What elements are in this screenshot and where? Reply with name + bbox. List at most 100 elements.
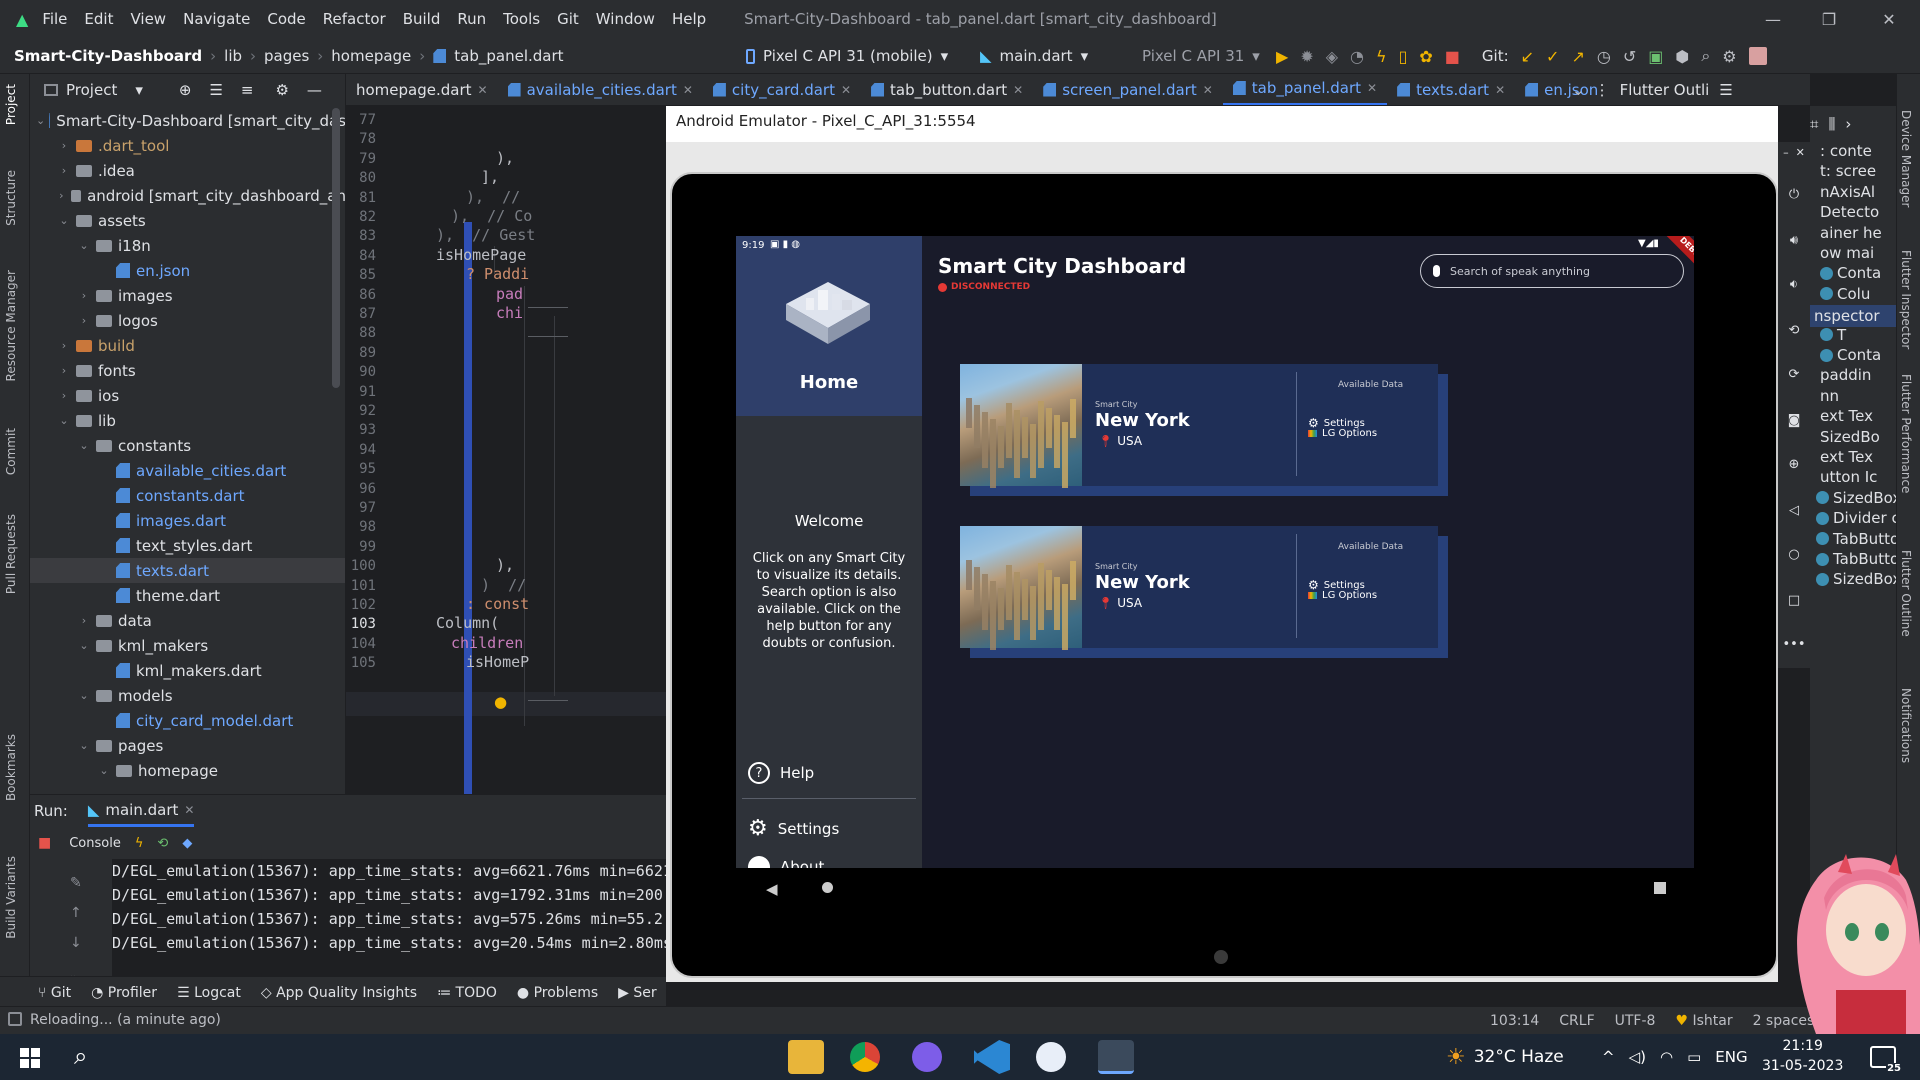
tree-item[interactable]: ⌄ Smart-City-Dashboard [smart_city_das <box>30 108 345 133</box>
rollback-icon[interactable]: ↺ <box>1623 47 1636 66</box>
chevron-right-icon[interactable]: › <box>56 164 72 177</box>
tree-item[interactable]: images.dart <box>30 508 345 533</box>
home-icon[interactable] <box>822 882 833 893</box>
tree-item[interactable]: city_card_model.dart <box>30 708 345 733</box>
menu-navigate[interactable]: Navigate <box>183 10 250 28</box>
chevron-down-icon[interactable]: ▾ <box>135 81 143 99</box>
tree-item[interactable]: en.json <box>30 258 345 283</box>
app-quality-tool-tab[interactable]: ◇ App Quality Insights <box>261 985 417 1001</box>
chevron-right-icon[interactable]: › <box>56 189 67 202</box>
run-config-selector[interactable]: ◣ main.dart ▾ <box>970 43 1098 69</box>
git-push-icon[interactable]: ↗ <box>1571 47 1584 66</box>
close-icon[interactable]: ✕ <box>1495 83 1505 97</box>
tree-item[interactable]: ⌄ homepage <box>30 758 345 783</box>
breadcrumb-project[interactable]: Smart-City-Dashboard <box>14 47 202 65</box>
widget-tree-item[interactable]: ext Tex <box>1820 448 1873 466</box>
console-tab[interactable]: Console <box>69 836 121 851</box>
widget-tree-item[interactable]: ow mai <box>1820 244 1874 262</box>
tab-screen-panel-dart[interactable]: screen_panel.dart ✕ <box>1033 74 1223 105</box>
device-manager-icon[interactable]: ▣ <box>1648 47 1663 66</box>
tree-item[interactable]: ⌄ models <box>30 683 345 708</box>
menu-code[interactable]: Code <box>267 10 305 28</box>
emulator-taskbar-icon[interactable] <box>1098 1040 1134 1074</box>
device-selector[interactable]: Pixel C API 31 (mobile) ▾ <box>736 43 958 69</box>
tree-item[interactable]: kml_makers.dart <box>30 658 345 683</box>
chevron-down-icon[interactable]: ⌄ <box>76 639 92 652</box>
city-card[interactable]: Smart City New York 📍︎ USA Available Data ⚙ Se… <box>960 526 1438 650</box>
drawer-help[interactable]: ? Help <box>748 762 814 784</box>
tree-item[interactable]: ⌄ constants <box>30 433 345 458</box>
chevron-right-icon[interactable]: › <box>76 314 92 327</box>
chevron-down-icon[interactable]: ⌄ <box>76 239 92 252</box>
rotate-right-icon[interactable]: ⟳ <box>1778 356 1810 392</box>
screenshot-icon[interactable]: ◙ <box>1778 402 1810 438</box>
tree-item[interactable]: text_styles.dart <box>30 533 345 558</box>
line-separator[interactable]: CRLF <box>1559 1013 1594 1029</box>
chevron-right-icon[interactable]: › <box>56 364 72 377</box>
hide-icon[interactable]: — <box>307 81 322 99</box>
flutter-outline-tool-tab[interactable]: Flutter Outline <box>1899 550 1913 637</box>
power-icon[interactable]: ⏻ <box>1778 176 1810 212</box>
close-window-button[interactable]: ✕ <box>1866 0 1912 38</box>
close-icon[interactable]: ✕ <box>683 83 693 97</box>
scroll-up-icon[interactable]: ↑ <box>70 905 82 921</box>
widget-tree-item[interactable]: : conte <box>1820 142 1872 160</box>
tree-item[interactable]: › android [smart_city_dashboard_an <box>30 183 345 208</box>
resource-manager-tool-tab[interactable]: Resource Manager <box>4 270 18 381</box>
more-tabs-icon[interactable]: ⋮ <box>1595 81 1610 99</box>
hot-reload-icon[interactable]: ϟ <box>135 836 144 851</box>
chevron-down-icon[interactable]: ⌄ <box>36 114 45 127</box>
chevron-right-icon[interactable]: › <box>56 139 72 152</box>
menu-tools[interactable]: Tools <box>503 10 540 28</box>
tree-item[interactable]: ⌄ assets <box>30 208 345 233</box>
tab-available-cities-dart[interactable]: available_cities.dart ✕ <box>498 74 703 105</box>
volume-up-icon[interactable]: 🔊︎ <box>1778 222 1810 258</box>
drawer-home[interactable]: Home <box>736 372 922 393</box>
widget-tree-item[interactable]: SizedBox 20 <box>1816 570 1896 588</box>
tree-item[interactable]: constants.dart <box>30 483 345 508</box>
pin-icon[interactable]: ✎ <box>70 875 82 891</box>
profiler-tool-tab[interactable]: ◔ Profiler <box>91 985 157 1001</box>
chevron-down-icon[interactable]: ⌄ <box>76 739 92 752</box>
home-icon[interactable]: ○ <box>1778 536 1810 572</box>
pull-requests-tool-tab[interactable]: Pull Requests <box>4 514 18 594</box>
problems-tool-tab[interactable]: ● Problems <box>517 985 598 1001</box>
tab-texts-dart[interactable]: texts.dart ✕ <box>1387 74 1515 105</box>
tree-item[interactable]: › build <box>30 333 345 358</box>
project-scrollbar[interactable] <box>332 108 340 388</box>
menu-window[interactable]: Window <box>596 10 655 28</box>
minimize-button[interactable]: — <box>1750 0 1796 38</box>
expand-all-icon[interactable]: ☰ <box>209 81 222 99</box>
tree-item[interactable]: › data <box>30 608 345 633</box>
tree-item[interactable]: › logos <box>30 308 345 333</box>
tree-item[interactable]: ⌄ i18n <box>30 233 345 258</box>
search-icon[interactable]: ⌕ <box>74 1042 87 1070</box>
tab-en-json[interactable]: en.json✕ <box>1515 74 1604 105</box>
tree-item[interactable]: › .idea <box>30 158 345 183</box>
notification-icon[interactable]: 25 <box>1870 1046 1902 1074</box>
hot-restart-icon[interactable]: ✿ <box>1419 47 1432 66</box>
discord-icon[interactable] <box>912 1042 942 1072</box>
chevron-down-icon[interactable]: ⌄ <box>96 764 112 777</box>
chevron-down-icon[interactable]: ⌄ <box>76 689 92 702</box>
services-tool-tab[interactable]: ▶ Ser <box>618 985 656 1001</box>
android-studio-icon[interactable] <box>1036 1042 1066 1072</box>
weather-widget[interactable]: ☀ 32°C Haze <box>1446 1034 1564 1080</box>
speaker-icon[interactable]: ◁) <box>1629 1048 1646 1066</box>
chevron-up-icon[interactable]: ^ <box>1602 1048 1615 1066</box>
close-icon[interactable]: ✕ <box>1013 83 1023 97</box>
search-bar[interactable]: Search of speak anything <box>1420 254 1684 288</box>
language-indicator[interactable]: ENG <box>1715 1048 1747 1066</box>
tab-homepage-dart[interactable]: homepage.dart ✕ <box>346 74 498 105</box>
maximize-button[interactable]: ❐ <box>1806 0 1852 38</box>
available-data-item[interactable]: LG Options <box>1308 590 1377 601</box>
project-tool-tab[interactable]: Project <box>4 84 18 125</box>
tab-tab-panel-dart[interactable]: tab_panel.dart ✕ <box>1222 74 1388 105</box>
more-icon[interactable]: ••• <box>1778 626 1810 662</box>
tree-item[interactable]: theme.dart <box>30 583 345 608</box>
menu-help[interactable]: Help <box>672 10 706 28</box>
stop-icon[interactable]: ■ <box>1445 47 1460 66</box>
run-icon[interactable]: ▶ <box>1276 47 1288 66</box>
stop-icon[interactable]: ■ <box>38 835 51 851</box>
close-icon[interactable]: ✕ <box>1796 146 1805 159</box>
